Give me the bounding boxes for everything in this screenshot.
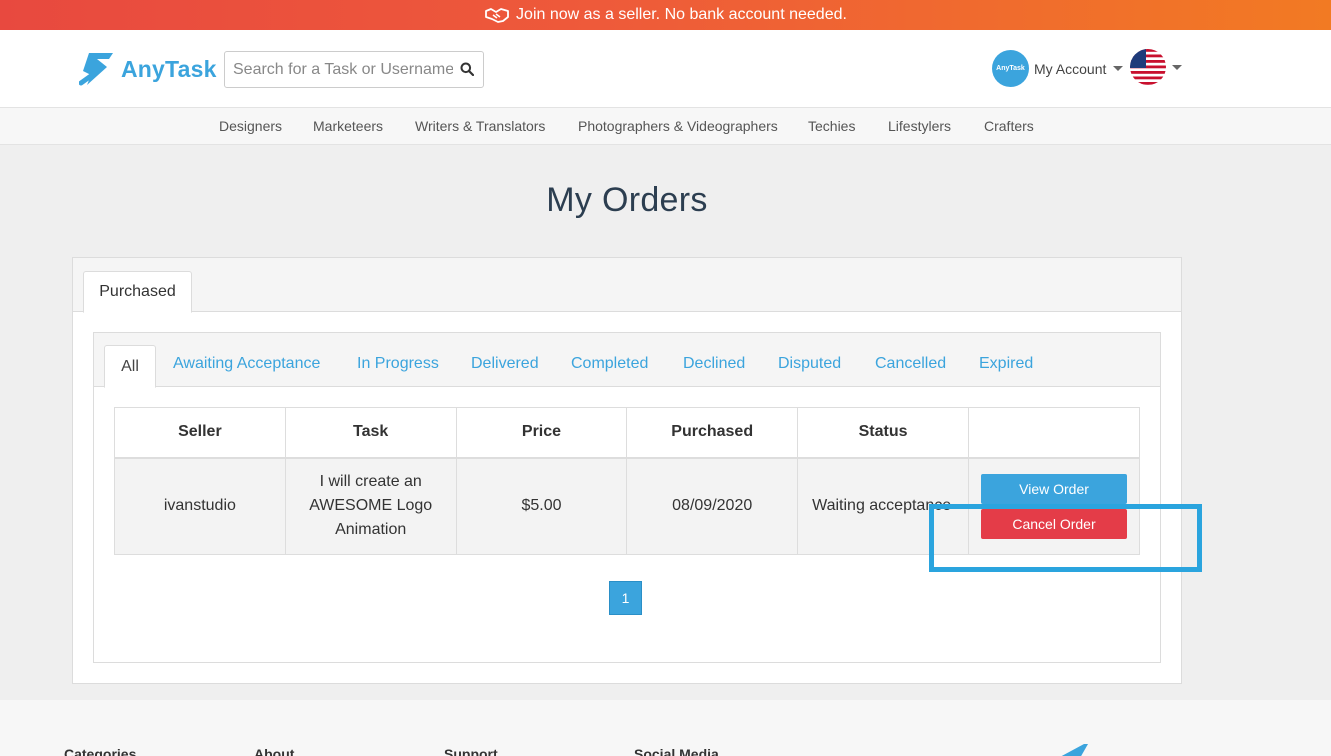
search-box: [224, 51, 484, 88]
tab-declined[interactable]: Declined: [683, 355, 745, 373]
col-seller: Seller: [114, 407, 286, 459]
handshake-icon: [485, 8, 509, 23]
tab-expired[interactable]: Expired: [979, 355, 1033, 373]
orders-table: Seller Task Price Purchased Status ivans…: [114, 407, 1140, 555]
search-icon[interactable]: [460, 62, 474, 76]
status-tab-bar: All Awaiting Acceptance In Progress Deli…: [94, 333, 1160, 388]
footer-social-media: Social Media: [634, 746, 719, 756]
table-header-row: Seller Task Price Purchased Status: [114, 407, 1140, 459]
category-nav: Designers Marketeers Writers & Translato…: [0, 108, 1331, 145]
nav-crafters[interactable]: Crafters: [984, 118, 1034, 134]
col-purchased: Purchased: [626, 407, 799, 459]
tab-awaiting-acceptance[interactable]: Awaiting Acceptance: [173, 355, 320, 373]
table-row: ivanstudio I will create an AWESOME Logo…: [114, 457, 1140, 555]
col-task: Task: [284, 407, 457, 459]
cell-purchased: 08/09/2020: [626, 457, 799, 555]
nav-lifestylers[interactable]: Lifestylers: [888, 118, 951, 134]
footer-about: About: [254, 746, 295, 756]
col-actions: [968, 407, 1140, 459]
account-label[interactable]: My Account: [1034, 61, 1106, 77]
cell-actions: View Order Cancel Order: [968, 457, 1140, 555]
promo-banner[interactable]: Join now as a seller. No bank account ne…: [0, 0, 1331, 30]
tab-cancelled[interactable]: Cancelled: [875, 355, 946, 373]
search-input[interactable]: [225, 52, 453, 87]
avatar[interactable]: AnyTask: [992, 50, 1029, 87]
language-selector[interactable]: [1130, 49, 1182, 85]
footer-support: Support: [444, 746, 498, 756]
col-status: Status: [797, 407, 970, 459]
tab-completed[interactable]: Completed: [571, 355, 648, 373]
page-title: My Orders: [546, 181, 708, 219]
panel-tab-bar: Purchased: [73, 258, 1181, 313]
nav-writers-translators[interactable]: Writers & Translators: [415, 118, 545, 134]
pagination-page-1[interactable]: 1: [609, 581, 642, 615]
logo-text: AnyTask: [121, 55, 217, 82]
chevron-down-icon: [1172, 64, 1182, 70]
tab-all[interactable]: All: [104, 345, 156, 388]
view-order-button[interactable]: View Order: [981, 473, 1128, 504]
footer-logo-icon: [1061, 744, 1088, 756]
site-header: AnyTask AnyTask My Account: [0, 30, 1331, 108]
footer-categories: Categories: [64, 746, 137, 756]
cell-price: $5.00: [455, 457, 628, 555]
us-flag-icon: [1130, 49, 1166, 85]
anytask-logo-icon: [79, 53, 113, 86]
col-price: Price: [455, 407, 628, 459]
orders-panel: Purchased All Awaiting Acceptance In Pro…: [72, 257, 1182, 684]
tab-in-progress[interactable]: In Progress: [357, 355, 439, 373]
tab-purchased[interactable]: Purchased: [83, 271, 192, 313]
account-menu[interactable]: AnyTask My Account: [992, 50, 1124, 87]
cell-task: I will create an AWESOME Logo Animation: [284, 457, 457, 555]
site-footer: Categories About Support Social Media: [0, 700, 1331, 756]
cell-status: Waiting acceptance: [797, 457, 970, 555]
logo[interactable]: AnyTask: [79, 49, 217, 89]
promo-text: Join now as a seller. No bank account ne…: [516, 6, 847, 23]
avatar-text: AnyTask: [996, 65, 1025, 72]
cancel-order-button[interactable]: Cancel Order: [981, 508, 1128, 539]
chevron-down-icon: [1113, 66, 1124, 71]
nav-marketeers[interactable]: Marketeers: [313, 118, 383, 134]
nav-photographers-videographers[interactable]: Photographers & Videographers: [578, 118, 778, 134]
nav-designers[interactable]: Designers: [219, 118, 282, 134]
nav-techies[interactable]: Techies: [808, 118, 855, 134]
cell-seller: ivanstudio: [114, 457, 286, 555]
tab-delivered[interactable]: Delivered: [471, 355, 539, 373]
orders-inner-panel: All Awaiting Acceptance In Progress Deli…: [93, 332, 1161, 663]
tab-disputed[interactable]: Disputed: [778, 355, 841, 373]
